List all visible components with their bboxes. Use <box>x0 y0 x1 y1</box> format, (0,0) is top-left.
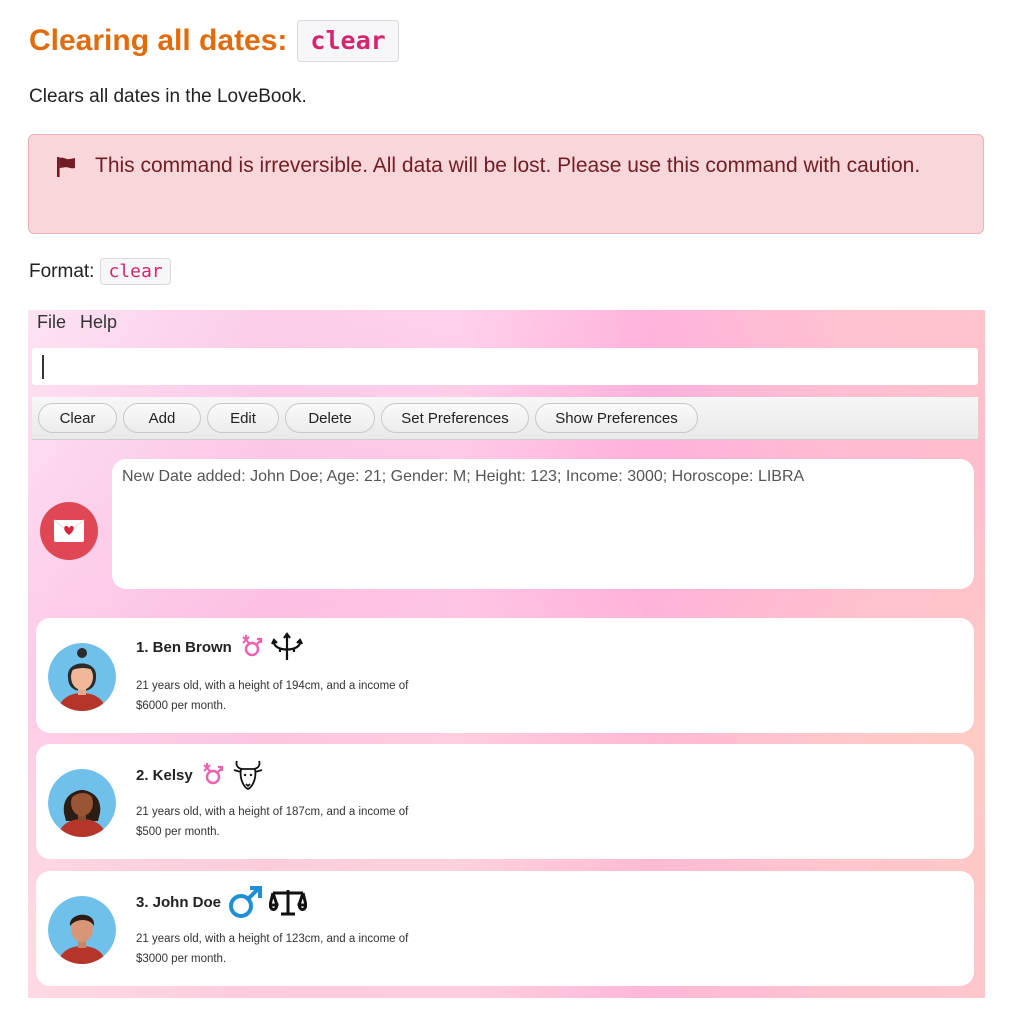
pisces-icon <box>270 632 303 660</box>
show-preferences-button[interactable]: Show Preferences <box>535 403 698 433</box>
result-panel: New Date added: John Doe; Age: 21; Gende… <box>28 445 985 603</box>
delete-button[interactable]: Delete <box>285 403 375 433</box>
command-input[interactable] <box>32 348 978 385</box>
date-name: 2. Kelsy <box>136 766 193 784</box>
date-details-line2: $6000 per month. <box>136 700 227 712</box>
date-details-line2: $500 per month. <box>136 826 220 838</box>
date-details: 21 years old, with a height of 194cm, an… <box>136 676 476 716</box>
menu-file[interactable]: File <box>37 312 66 338</box>
set-preferences-button[interactable]: Set Preferences <box>381 403 529 433</box>
date-details-line1: 21 years old, with a height of 187cm, an… <box>136 806 409 818</box>
format-label: Format: <box>29 260 95 282</box>
button-toolbar: Clear Add Edit Delete Set Preferences Sh… <box>32 397 978 440</box>
date-name: 1. Ben Brown <box>136 638 232 656</box>
date-details-line2: $3000 per month. <box>136 953 227 965</box>
date-name-row: 2. Kelsy <box>136 758 265 792</box>
libra-icon <box>269 890 308 916</box>
avatar <box>48 896 116 964</box>
male-icon <box>229 886 263 918</box>
warning-alert: This command is irreversible. All data w… <box>28 134 984 234</box>
result-display: New Date added: John Doe; Age: 21; Gende… <box>112 459 974 589</box>
date-card[interactable]: 1. Ben Brown 21 years old, with a height… <box>36 618 974 733</box>
date-details-line1: 21 years old, with a height of 194cm, an… <box>136 680 409 692</box>
date-name-row: 3. John Doe <box>136 885 308 919</box>
clear-button[interactable]: Clear <box>38 403 117 433</box>
flag-icon <box>57 157 75 177</box>
date-name: 3. John Doe <box>136 893 222 911</box>
love-letter-icon <box>40 502 98 560</box>
format-line: Format: clear <box>29 258 171 285</box>
alert-text: This command is irreversible. All data w… <box>95 154 921 177</box>
heading-title: Clearing all dates: <box>29 24 288 57</box>
date-details: 21 years old, with a height of 123cm, an… <box>136 929 476 969</box>
menu-bar: File Help <box>37 312 117 338</box>
capricorn-icon <box>233 760 262 790</box>
menu-help[interactable]: Help <box>80 312 117 338</box>
add-button[interactable]: Add <box>123 403 201 433</box>
avatar <box>48 769 116 837</box>
heading-command-code: clear <box>297 20 399 62</box>
date-card[interactable]: 3. John Doe 21 years old, with a height … <box>36 871 974 986</box>
text-caret <box>42 355 44 379</box>
format-code: clear <box>100 258 171 285</box>
other-gender-icon <box>242 635 262 657</box>
date-card[interactable]: 2. Kelsy 21 years old, with a height of … <box>36 744 974 859</box>
description: Clears all dates in the LoveBook. <box>29 86 307 107</box>
date-name-row: 1. Ben Brown <box>136 632 304 662</box>
date-details-line1: 21 years old, with a height of 123cm, an… <box>136 933 409 945</box>
lovebook-app-window: File Help Clear Add Edit Delete Set Pref… <box>28 310 985 998</box>
edit-button[interactable]: Edit <box>207 403 279 433</box>
section-heading: Clearing all dates: clear <box>29 18 399 64</box>
other-gender-icon <box>203 763 223 785</box>
avatar <box>48 643 116 711</box>
date-details: 21 years old, with a height of 187cm, an… <box>136 802 476 842</box>
